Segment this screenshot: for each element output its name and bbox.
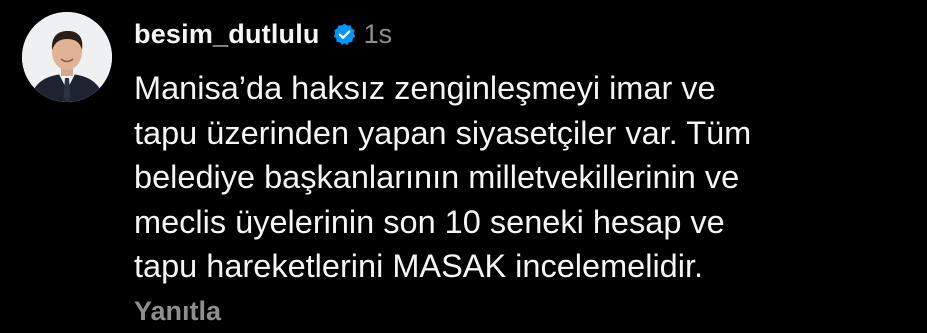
profile-photo bbox=[22, 12, 112, 102]
verified-badge-icon bbox=[332, 22, 357, 47]
comment-text-line: belediye başkanlarının milletvekillerini… bbox=[134, 159, 740, 195]
comment-text-line: tapu üzerinden yapan siyasetçiler var. T… bbox=[134, 114, 752, 151]
comment-text-line: tapu hareketlerini MASAK incelemelidir. bbox=[134, 248, 704, 284]
timestamp: 1s bbox=[363, 18, 393, 49]
comment-header: besim_dutlulu 1s bbox=[134, 14, 392, 54]
comment-text: Manisa’da haksız zenginleşmeyi imar ve t… bbox=[134, 66, 914, 289]
comment-text-line: Manisa’da haksız zenginleşmeyi imar ve bbox=[134, 70, 716, 106]
reply-button[interactable]: Yanıtla bbox=[134, 296, 221, 327]
comment-text-line: meclis üyelerinin son 10 seneki hesap ve bbox=[134, 203, 725, 240]
username[interactable]: besim_dutlulu bbox=[134, 19, 320, 50]
avatar[interactable] bbox=[22, 12, 112, 102]
comment-post: besim_dutlulu 1s Manisa’da haksız zengin… bbox=[0, 0, 927, 333]
